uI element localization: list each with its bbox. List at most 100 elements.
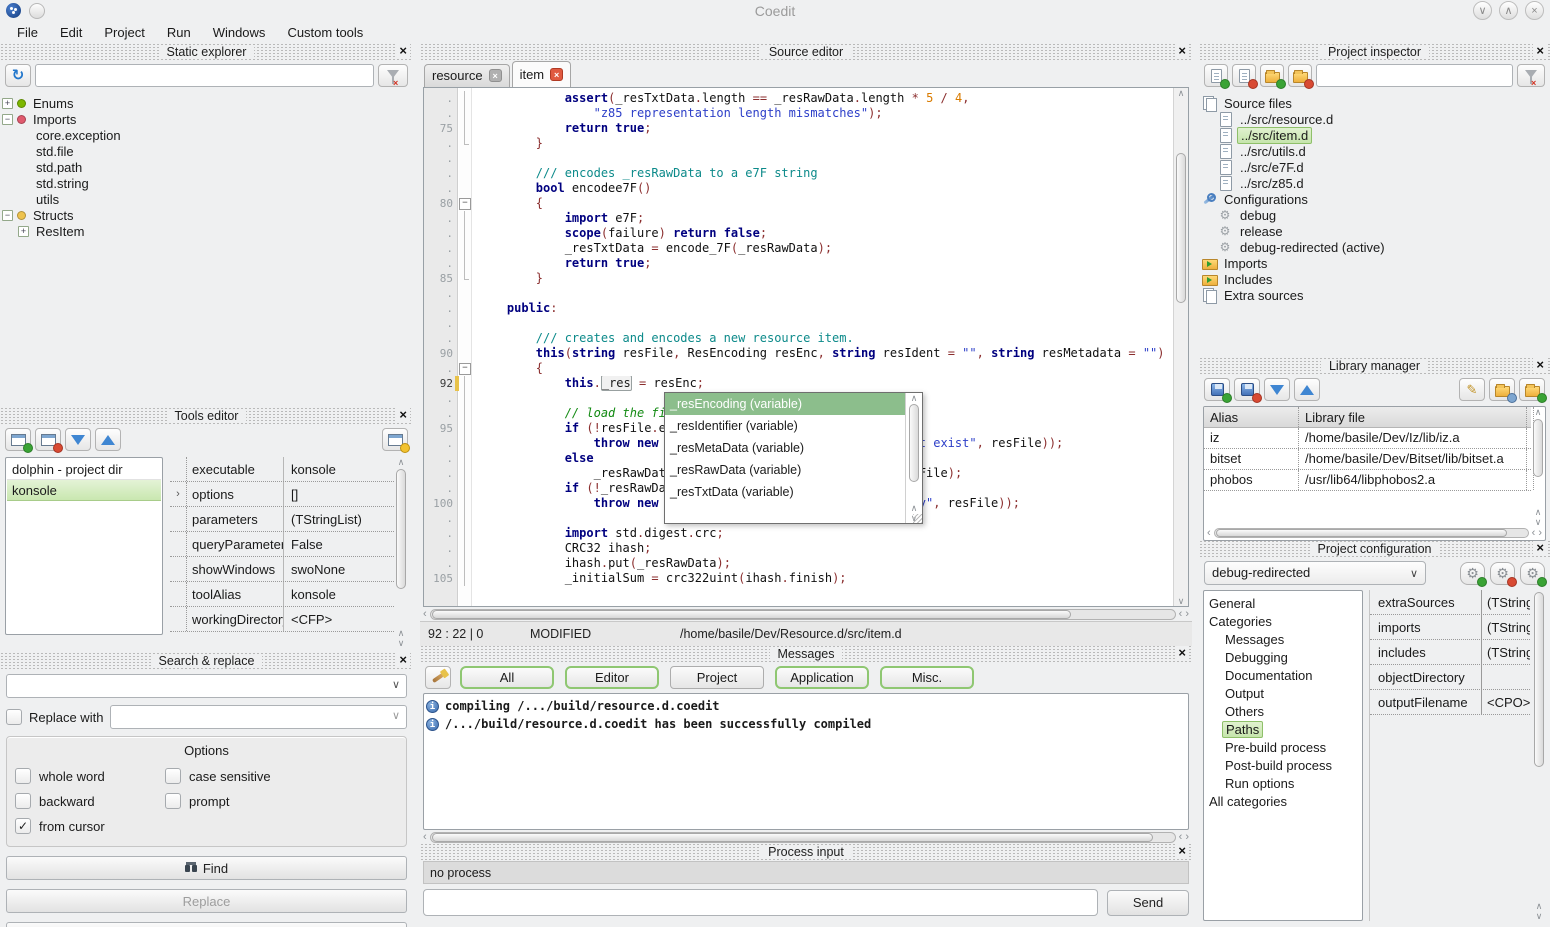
tab-close-icon[interactable]: × xyxy=(550,68,563,81)
checkbox[interactable]: ✓ xyxy=(15,818,31,834)
shade-button[interactable]: ∨ xyxy=(1473,1,1492,20)
checkbox[interactable] xyxy=(165,793,181,809)
library-horizontal-scrollbar[interactable]: ‹ ‹› xyxy=(1204,526,1545,540)
add-library-button[interactable] xyxy=(1204,378,1230,401)
vertical-splitter[interactable] xyxy=(413,44,420,927)
find-button[interactable]: Find xyxy=(6,856,407,880)
symbol-tree-item[interactable]: − Structs xyxy=(2,207,411,223)
message-filter-button[interactable]: Misc. xyxy=(880,666,974,689)
column-header[interactable]: Library file xyxy=(1299,407,1527,427)
remove-library-button[interactable] xyxy=(1234,378,1260,401)
library-from-project-button[interactable] xyxy=(1489,378,1515,401)
property-row[interactable]: showWindows swoNone xyxy=(170,557,394,582)
config-property-row[interactable]: extraSources (TStringList) xyxy=(1370,590,1530,615)
replace-button[interactable]: Replace xyxy=(6,889,407,913)
project-tree-item[interactable]: debug-redirected (active) xyxy=(1217,239,1548,255)
search-option[interactable]: backward xyxy=(15,793,165,809)
tool-item[interactable]: dolphin - project dir xyxy=(7,459,161,480)
menu-item[interactable]: Windows xyxy=(204,23,275,42)
completion-item[interactable]: _resIdentifier (variable) xyxy=(665,415,905,437)
property-row[interactable]: toolAlias konsole xyxy=(170,582,394,607)
menu-item[interactable]: Edit xyxy=(51,23,91,42)
category-item[interactable]: Messages xyxy=(1222,630,1360,648)
property-value[interactable]: <CFP> xyxy=(284,612,394,627)
category-item[interactable]: General xyxy=(1206,594,1360,612)
project-tree-item[interactable]: debug xyxy=(1217,207,1548,223)
message-filter-button[interactable]: Application xyxy=(775,666,869,689)
search-input[interactable]: ∨ xyxy=(6,674,407,698)
config-property-row[interactable]: includes (TStringList) xyxy=(1370,640,1530,665)
checkbox[interactable] xyxy=(15,768,31,784)
config-vertical-scrollbar[interactable]: ∧ ∨ xyxy=(1532,590,1546,921)
editor-vertical-scrollbar[interactable]: ∧ ∨ xyxy=(1173,88,1188,606)
messages-header[interactable]: Messages × xyxy=(420,646,1192,662)
expander-icon[interactable]: − xyxy=(2,210,13,221)
maximize-button[interactable]: ∧ xyxy=(1499,1,1518,20)
replace-input[interactable]: ∨ xyxy=(110,705,407,729)
replace-all-button[interactable]: Replace all xyxy=(6,922,407,927)
config-property-row[interactable]: objectDirectory xyxy=(1370,665,1530,690)
move-tool-down-button[interactable] xyxy=(65,428,91,451)
panel-close-icon[interactable]: × xyxy=(396,44,410,59)
tools-editor-header[interactable]: Tools editor × xyxy=(0,408,413,424)
project-tree-item[interactable]: Configurations xyxy=(1201,191,1548,207)
category-item[interactable]: Pre-build process xyxy=(1222,738,1360,756)
property-value[interactable]: (TStringList) xyxy=(1482,620,1530,635)
filter-button[interactable] xyxy=(378,64,408,87)
add-library-folder-button[interactable] xyxy=(1519,378,1545,401)
close-button[interactable]: × xyxy=(1525,1,1544,20)
tab-close-icon[interactable]: × xyxy=(489,69,502,82)
properties-vertical-scrollbar[interactable]: ∧ ∧ ∨ xyxy=(394,457,408,648)
project-tree-item[interactable]: ../src/utils.d xyxy=(1217,143,1548,159)
remove-source-button[interactable] xyxy=(1232,64,1256,87)
panel-close-icon[interactable]: × xyxy=(1533,358,1547,373)
project-tree-item[interactable]: Imports xyxy=(1201,255,1548,271)
symbol-tree-item[interactable]: std.string xyxy=(18,175,411,191)
menu-item[interactable]: Custom tools xyxy=(278,23,372,42)
panel-close-icon[interactable]: × xyxy=(396,408,410,423)
message-row[interactable]: i /.../build/resource.d.coedit has been … xyxy=(426,715,1186,733)
library-manager-header[interactable]: Library manager × xyxy=(1199,358,1550,374)
refresh-button[interactable] xyxy=(5,64,31,87)
symbol-tree-item[interactable]: + Enums xyxy=(2,95,411,111)
category-item[interactable]: Others xyxy=(1222,702,1360,720)
config-property-row[interactable]: outputFilename <CPO> xyxy=(1370,690,1530,715)
config-property-row[interactable]: imports (TStringList) xyxy=(1370,615,1530,640)
completion-item[interactable]: _resEncoding (variable) xyxy=(665,393,905,415)
symbol-tree-item[interactable]: std.path xyxy=(18,159,411,175)
remove-config-button[interactable] xyxy=(1490,562,1515,585)
expander-icon[interactable]: + xyxy=(18,226,29,237)
completion-item[interactable]: _resMetaData (variable) xyxy=(665,437,905,459)
property-row[interactable]: parameters (TStringList) xyxy=(170,507,394,532)
message-filter-button[interactable]: Project xyxy=(670,666,764,689)
panel-close-icon[interactable]: × xyxy=(1175,844,1189,859)
message-row[interactable]: i compiling /.../build/resource.d.coedit xyxy=(426,697,1186,715)
property-row[interactable]: › options [] xyxy=(170,482,394,507)
chevron-down-icon[interactable]: ∨ xyxy=(392,709,400,722)
property-row[interactable]: queryParameters False xyxy=(170,532,394,557)
add-source-button[interactable] xyxy=(1204,64,1228,87)
panel-close-icon[interactable]: × xyxy=(396,653,410,668)
property-value[interactable]: (TStringList) xyxy=(284,512,394,527)
inspector-filter-input[interactable] xyxy=(1316,64,1513,87)
column-header[interactable]: Alias xyxy=(1204,407,1299,427)
search-option[interactable]: case sensitive xyxy=(165,768,398,784)
editor-tab[interactable]: resource × xyxy=(424,64,510,87)
configuration-select[interactable]: debug-redirected ∨ xyxy=(1204,561,1426,585)
editor-tab[interactable]: item × xyxy=(512,61,572,87)
property-row[interactable]: workingDirectory <CFP> xyxy=(170,607,394,632)
checkbox[interactable] xyxy=(165,768,181,784)
move-tool-up-button[interactable] xyxy=(95,428,121,451)
category-item[interactable]: Paths xyxy=(1222,720,1360,738)
source-editor-header[interactable]: Source editor × xyxy=(420,44,1192,60)
add-config-button[interactable] xyxy=(1460,562,1485,585)
completion-scrollbar[interactable]: ∧ ∧ ∨ xyxy=(905,393,922,523)
panel-close-icon[interactable]: × xyxy=(1175,646,1189,661)
move-library-down-button[interactable] xyxy=(1264,378,1290,401)
category-item[interactable]: Debugging xyxy=(1222,648,1360,666)
property-value[interactable]: (TStringList) xyxy=(1482,645,1530,660)
category-item[interactable]: Output xyxy=(1222,684,1360,702)
property-value[interactable]: False xyxy=(284,537,394,552)
category-item[interactable]: Documentation xyxy=(1222,666,1360,684)
project-tree-item[interactable]: release xyxy=(1217,223,1548,239)
